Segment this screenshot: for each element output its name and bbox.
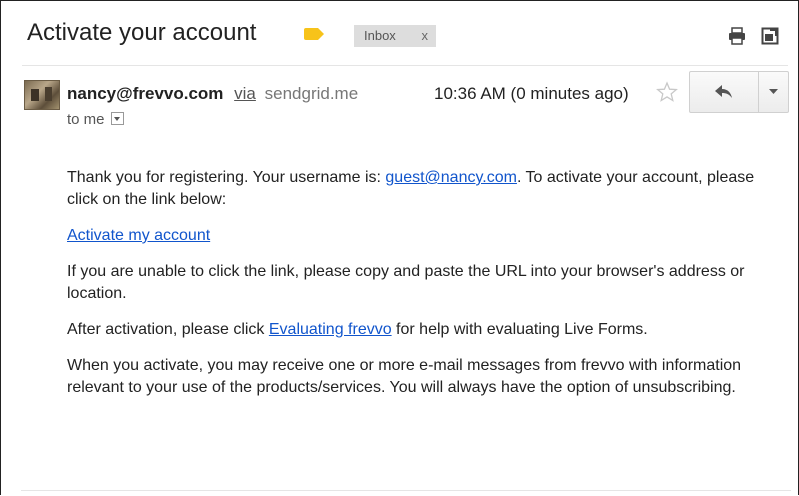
recipient-line: to me	[67, 111, 124, 128]
important-label-icon[interactable]	[304, 28, 324, 40]
message-time: 10:36 AM (0 minutes ago)	[434, 84, 629, 103]
body-paragraph-activate: Activate my account	[67, 225, 767, 247]
sender-line: nancy@frevvo.com via sendgrid.me	[67, 84, 358, 104]
inbox-label-text: Inbox	[364, 28, 396, 43]
body-paragraph-1: Thank you for registering. Your username…	[67, 167, 767, 211]
email-body: Thank you for registering. Your username…	[67, 167, 767, 413]
reply-button[interactable]	[690, 72, 759, 112]
inbox-label-chip[interactable]: Inbox x	[354, 25, 436, 47]
via-link[interactable]: via	[234, 84, 256, 103]
reply-button-group	[689, 71, 789, 113]
print-icon[interactable]	[728, 27, 746, 45]
body-text: for help with evaluating Live Forms.	[391, 321, 648, 338]
recipient-details-chevron-icon[interactable]	[110, 112, 124, 125]
remove-label-icon[interactable]: x	[422, 25, 429, 47]
evaluating-frevvo-link[interactable]: Evaluating frevvo	[269, 321, 392, 338]
body-text: After activation, please click	[67, 321, 269, 338]
sender-email[interactable]: nancy@frevvo.com	[67, 84, 223, 103]
more-options-button[interactable]	[759, 72, 788, 112]
body-paragraph-4: When you activate, you may receive one o…	[67, 357, 742, 396]
body-text: Thank you for registering. Your username…	[67, 169, 386, 186]
footer-divider	[21, 490, 791, 491]
body-paragraph-3: After activation, please click Evaluatin…	[67, 319, 767, 341]
header-divider	[22, 65, 788, 66]
recipient-text: to me	[67, 111, 105, 128]
email-subject: Activate your account	[27, 19, 257, 46]
body-paragraph-2: If you are unable to click the link, ple…	[67, 263, 745, 302]
username-link[interactable]: guest@nancy.com	[385, 169, 517, 186]
more-icon	[769, 89, 778, 94]
star-icon[interactable]	[656, 81, 678, 103]
reply-icon	[715, 85, 732, 98]
sender-avatar	[24, 80, 60, 110]
email-view: Activate your account Inbox x nancy@frev…	[0, 0, 799, 495]
activate-account-link[interactable]: Activate my account	[67, 227, 210, 244]
email-header: Activate your account Inbox x	[1, 1, 798, 67]
new-window-icon[interactable]	[761, 27, 779, 45]
via-domain: sendgrid.me	[264, 84, 359, 103]
